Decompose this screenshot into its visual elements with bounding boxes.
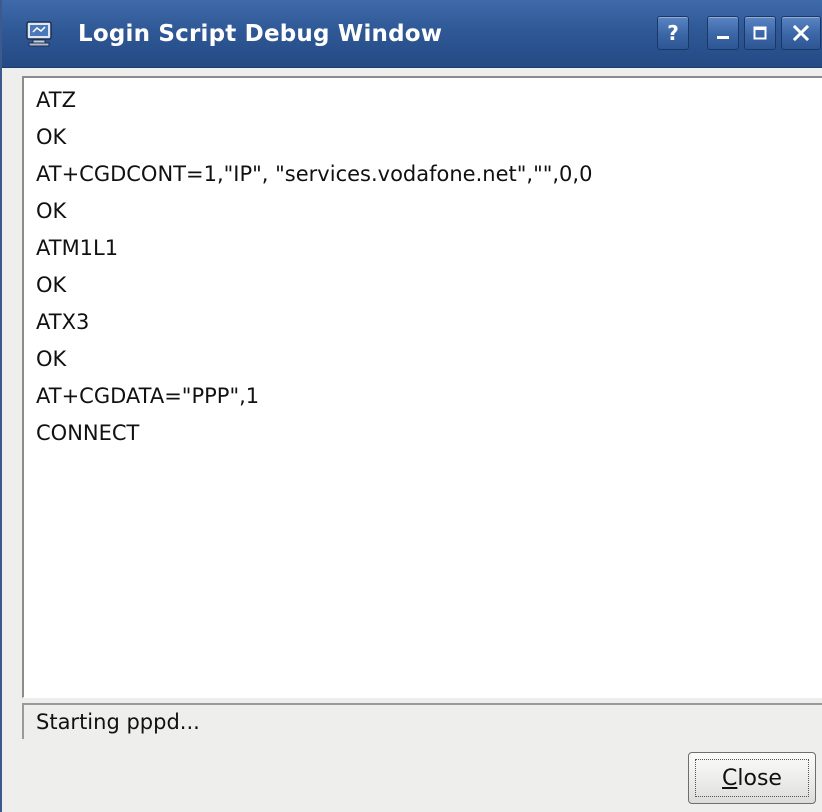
minimize-button[interactable]: [707, 16, 739, 50]
close-label-rest: lose: [737, 765, 782, 791]
close-icon: [792, 24, 810, 42]
app-icon[interactable]: [24, 18, 54, 48]
log-line: AT+CGDATA="PPP",1: [36, 384, 260, 408]
log-line: OK: [36, 125, 67, 149]
close-button-label: Close: [722, 766, 782, 791]
help-button[interactable]: ?: [657, 16, 689, 50]
log-output-area[interactable]: ATZ OK AT+CGDCONT=1,"IP", "services.voda…: [22, 76, 822, 698]
maximize-button[interactable]: [744, 16, 776, 50]
maximize-icon: [753, 26, 767, 40]
status-bar: Starting pppd...: [22, 703, 822, 739]
log-line: ATX3: [36, 310, 90, 334]
close-mnemonic: C: [722, 765, 738, 791]
title-bar[interactable]: Login Script Debug Window ?: [2, 0, 822, 68]
close-button[interactable]: Close: [688, 752, 816, 804]
minimize-icon: [717, 36, 729, 39]
help-icon: ?: [667, 21, 679, 45]
log-line: CONNECT: [36, 421, 140, 445]
log-line: AT+CGDCONT=1,"IP", "services.vodafone.ne…: [36, 162, 593, 186]
log-line: OK: [36, 273, 67, 297]
log-line: ATZ: [36, 88, 76, 112]
log-line: ATM1L1: [36, 236, 119, 260]
log-line: OK: [36, 199, 67, 223]
debug-window: Login Script Debug Window ? ATZ OK AT+CG…: [0, 0, 822, 812]
window-close-button[interactable]: [781, 16, 821, 50]
status-text: Starting pppd...: [36, 710, 200, 734]
log-line: OK: [36, 347, 67, 371]
window-title: Login Script Debug Window: [78, 21, 443, 47]
